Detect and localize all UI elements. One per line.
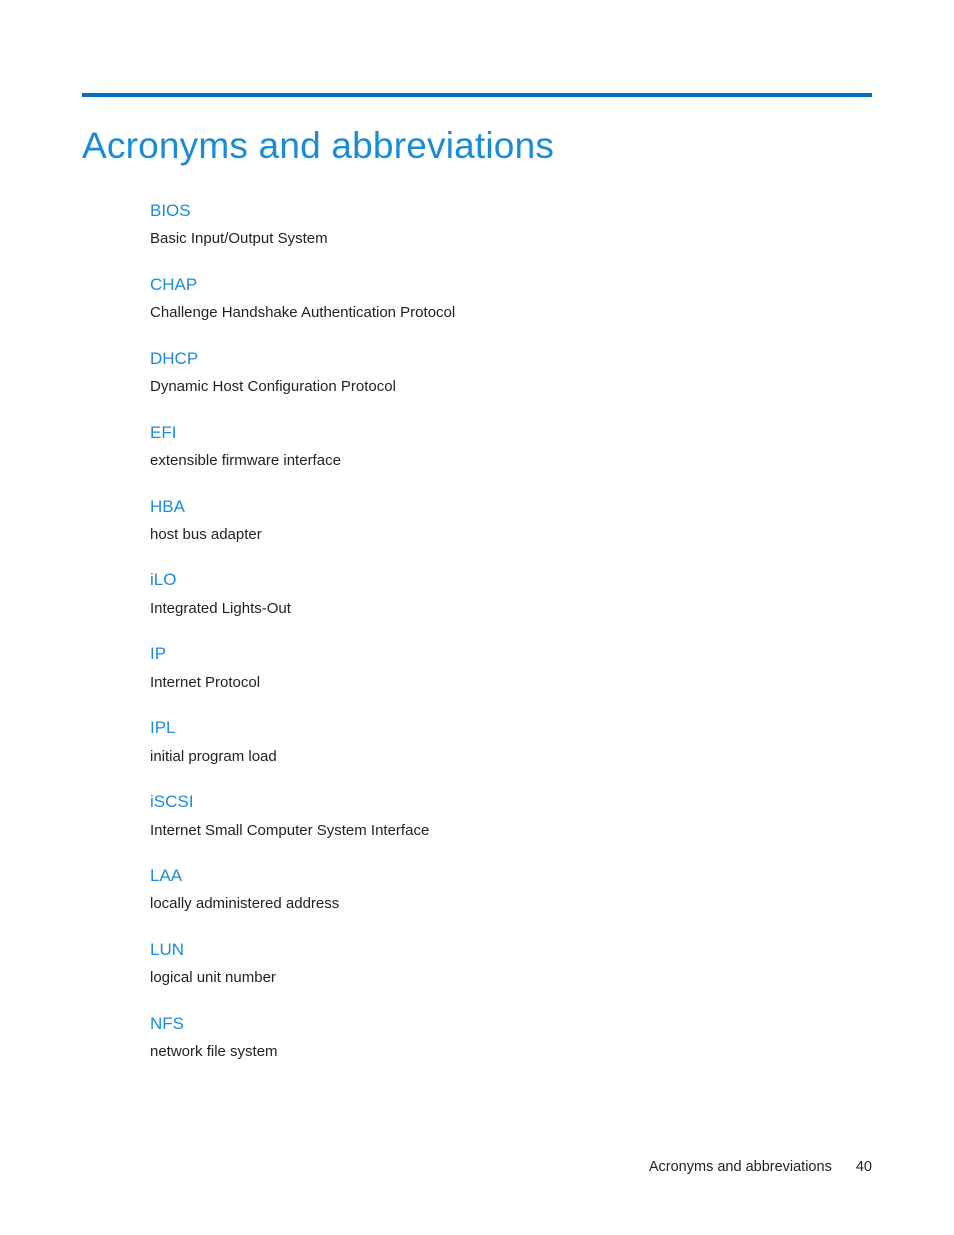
glossary-term: EFI (150, 422, 177, 442)
glossary-term: DHCP (150, 348, 199, 368)
footer-label: Acronyms and abbreviations (648, 1159, 832, 1175)
glossary-term: iLO (150, 570, 177, 590)
page-title: Acronyms and abbreviations (82, 124, 555, 166)
glossary-definition: locally administered address (150, 895, 340, 913)
glossary-entry: CHAP Challenge Handshake Authentication P… (150, 275, 870, 323)
glossary-term: HBA (150, 496, 185, 516)
glossary-list: BIOS Basic Input/Output System CHAP Challen… (150, 201, 870, 1088)
glossary-term: IPL (150, 718, 176, 738)
glossary-definition: initial program load (150, 747, 277, 765)
title-divider (82, 93, 872, 97)
page-footer: Acronyms and abbreviations 40 (0, 1159, 872, 1175)
glossary-entry: LUN logical unit number (150, 940, 870, 988)
glossary-definition: logical unit number (150, 969, 276, 987)
footer-page-number: 40 (855, 1159, 872, 1175)
document-page: Acronyms and abbreviations BIOS Basic Inp… (0, 0, 954, 1235)
glossary-definition: Integrated Lights-Out (150, 599, 291, 617)
glossary-definition: Internet Protocol (150, 673, 261, 691)
glossary-definition: Basic Input/Output System (150, 230, 328, 248)
glossary-definition: Internet Small Computer System Interface (150, 821, 430, 839)
glossary-term: CHAP (150, 274, 198, 294)
glossary-term: LUN (150, 939, 185, 959)
glossary-definition: Dynamic Host Configuration Protocol (150, 378, 396, 396)
glossary-term: NFS (150, 1013, 184, 1033)
glossary-entry: BIOS Basic Input/Output System (150, 201, 870, 249)
glossary-entry: LAA locally administered address (150, 866, 870, 914)
glossary-entry: iSCSI Internet Small Computer System Inte… (150, 792, 870, 840)
glossary-term: LAA (150, 866, 183, 886)
glossary-definition: Challenge Handshake Authentication Proto… (150, 304, 456, 322)
glossary-entry: DHCP Dynamic Host Configuration Protocol (150, 349, 870, 397)
glossary-definition: network file system (150, 1043, 278, 1061)
glossary-term: IP (150, 644, 167, 664)
glossary-entry: HBA host bus adapter (150, 497, 870, 545)
glossary-entry: EFI extensible firmware interface (150, 423, 870, 471)
glossary-entry: iLO Integrated Lights-Out (150, 570, 870, 618)
glossary-definition: host bus adapter (150, 525, 262, 543)
glossary-term: iSCSI (150, 792, 194, 812)
glossary-definition: extensible firmware interface (150, 452, 341, 470)
glossary-term: BIOS (150, 201, 191, 220)
glossary-entry: NFS network file system (150, 1014, 870, 1062)
glossary-entry: IPL initial program load (150, 718, 870, 766)
glossary-entry: IP Internet Protocol (150, 644, 870, 692)
